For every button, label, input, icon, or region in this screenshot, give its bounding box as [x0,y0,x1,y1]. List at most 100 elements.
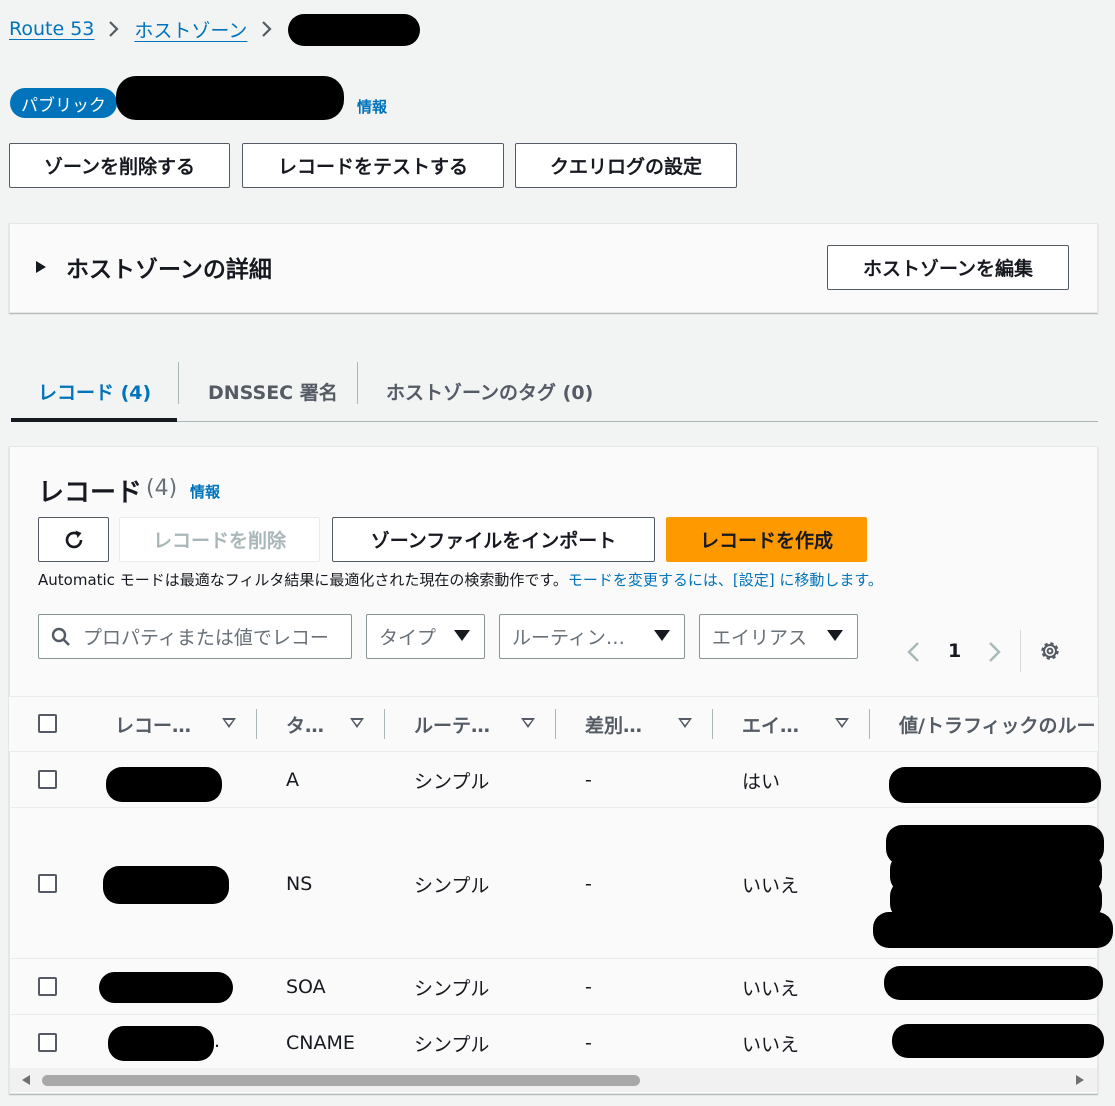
record-alias: はい [742,771,781,793]
caret-down-icon [454,630,470,641]
record-name-suffix: . [214,1030,221,1052]
record-alias: いいえ [742,1034,800,1056]
breadcrumb: Route 53 ホストゾーン [9,16,279,42]
delete-zone-button[interactable]: ゾーンを削除する [9,143,230,188]
column-record-name[interactable]: レコー… [115,696,236,752]
record-alias: いいえ [742,875,800,897]
import-zone-file-button[interactable]: ゾーンファイルをインポート [332,517,655,562]
row-checkbox[interactable] [38,770,57,789]
row-checkbox[interactable] [38,874,57,893]
record-differentiator: - [585,1032,592,1054]
alias-filter-label: エイリアス [712,627,808,649]
notice-text: Automatic モードは最適なフィルタ結果に最適化された現在の検索動作です。 [38,571,568,589]
record-differentiator: - [585,769,592,791]
column-value[interactable]: 値/トラフィックのルー [899,696,1098,752]
search-icon [51,627,70,646]
record-routing: シンプル [414,1034,490,1056]
settings-gear-icon[interactable] [1038,639,1062,663]
record-type: NS [286,873,313,895]
change-mode-link[interactable]: モードを変更するには、[設定] に移動します。 [568,571,883,589]
scroll-right-arrow-icon[interactable] [1076,1075,1084,1085]
details-expander[interactable]: ホストゾーンの詳細 [36,250,272,284]
row-checkbox[interactable] [38,1033,57,1052]
tabs-underline [177,421,1098,422]
row-divider [9,807,1098,808]
test-record-button[interactable]: レコードをテストする [242,143,504,188]
column-alias[interactable]: エイ… [742,696,849,752]
info-link[interactable]: 情報 [357,96,387,117]
record-type: A [286,769,299,791]
records-title: レコード [38,478,143,508]
redacted-record-name [108,1026,214,1061]
records-info-link[interactable]: 情報 [190,481,220,502]
row-divider [9,1014,1098,1015]
sort-icon [835,718,849,728]
record-type: CNAME [286,1032,355,1054]
tab-active-indicator [11,418,177,422]
chevron-right-icon [108,20,120,38]
record-routing: シンプル [414,978,490,1000]
previous-page-icon[interactable] [905,640,923,664]
create-record-button[interactable]: レコードを作成 [666,517,867,562]
public-badge: パブリック [10,88,117,118]
tab-divider [357,362,358,404]
redacted-record-value [873,912,1113,948]
redacted-record-value [892,1024,1104,1058]
column-divider[interactable] [256,709,257,739]
scroll-left-arrow-icon[interactable] [22,1075,30,1085]
redacted-record-value [889,767,1101,803]
sort-icon [222,718,236,728]
routing-filter-label: ルーティン… [512,627,625,649]
search-placeholder: プロパティまたは値でレコー [83,627,329,649]
sort-icon [350,718,364,728]
redacted-record-name [103,866,229,904]
column-divider[interactable] [555,709,556,739]
record-routing: シンプル [414,875,490,897]
alias-filter[interactable]: エイリアス [699,614,858,659]
caret-down-icon [827,630,843,641]
row-checkbox[interactable] [38,977,57,996]
records-count: (4) [146,476,178,501]
caret-down-icon [654,630,670,641]
refresh-icon [65,530,82,548]
type-filter[interactable]: タイプ [366,614,485,659]
breadcrumb-route53[interactable]: Route 53 [9,18,94,40]
pagination-divider [1020,630,1021,672]
column-divider[interactable] [712,709,713,739]
query-log-button[interactable]: クエリログの設定 [515,143,737,188]
column-routing[interactable]: ルーテ… [414,696,535,752]
caret-right-icon [36,261,46,273]
sort-icon [521,718,535,728]
type-filter-label: タイプ [379,627,437,649]
search-mode-notice: Automatic モードは最適なフィルタ結果に最適化された現在の検索動作です。… [38,569,883,590]
tab-dnssec[interactable]: DNSSEC 署名 [208,360,338,422]
edit-hosted-zone-button[interactable]: ホストゾーンを編集 [827,245,1069,290]
column-divider[interactable] [384,709,385,739]
refresh-button[interactable] [38,517,109,562]
scrollbar-thumb[interactable] [42,1075,640,1086]
search-input[interactable]: プロパティまたは値でレコー [38,614,352,659]
next-page-icon[interactable] [985,640,1003,664]
row-divider [9,958,1098,959]
column-type[interactable]: タ… [286,696,364,752]
record-routing: シンプル [414,771,490,793]
tab-tags[interactable]: ホストゾーンのタグ (0) [386,360,593,422]
page-number[interactable]: 1 [948,640,961,662]
record-differentiator: - [585,976,592,998]
sort-icon [678,718,692,728]
breadcrumb-hosted-zones[interactable]: ホストゾーン [134,16,247,43]
column-differentiator[interactable]: 差別… [585,696,692,752]
record-type: SOA [286,976,326,998]
redacted-record-name [99,972,233,1003]
redacted-zone-title [116,76,344,120]
column-divider[interactable] [869,709,870,739]
tab-records[interactable]: レコード (4) [38,360,151,422]
select-all-checkbox[interactable] [38,714,57,733]
horizontal-scrollbar[interactable] [10,1068,1097,1092]
details-title: ホストゾーンの詳細 [66,257,272,283]
record-alias: いいえ [742,978,800,1000]
delete-record-button[interactable]: レコードを削除 [119,517,320,562]
routing-filter[interactable]: ルーティン… [499,614,685,659]
record-differentiator: - [585,873,592,895]
chevron-right-icon [261,20,273,38]
